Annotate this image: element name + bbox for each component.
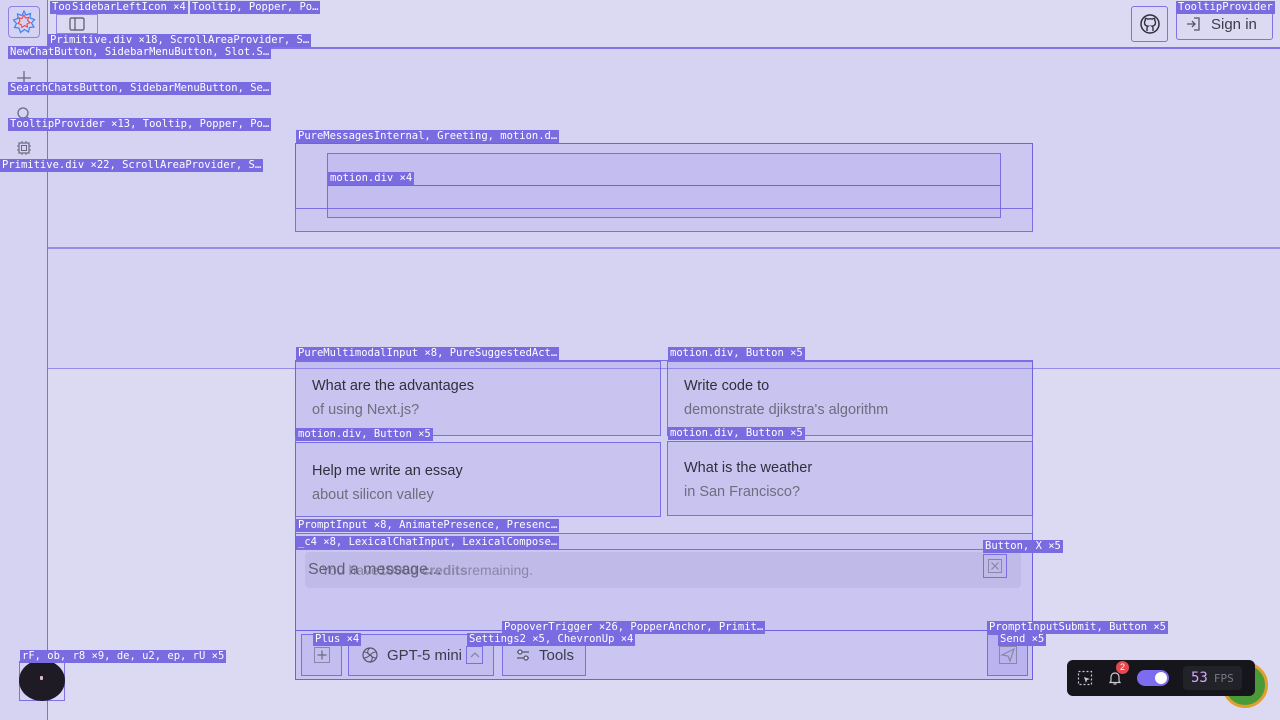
- debug-tag: Tooltip, Popper, Po…: [190, 1, 321, 14]
- message-input[interactable]: Send a message...: [308, 561, 441, 579]
- sign-in-label: Sign in: [1211, 15, 1257, 33]
- model-label: GPT-5 mini: [387, 646, 463, 664]
- suggestion-title: What is the weather: [684, 460, 813, 476]
- debug-tag: NewChatButton, SidebarMenuButton, Slot.S…: [8, 46, 272, 59]
- debug-tag: motion.div, Button ×5: [668, 427, 805, 440]
- send-icon: [998, 646, 1017, 664]
- debug-tag: TooltipProvider ×13, Tooltip, Popper, Po…: [8, 118, 272, 131]
- greeting-title-block: [327, 153, 1001, 186]
- debug-tag: Button, X ×5: [983, 540, 1063, 553]
- debug-tag: PromptInput ×8, AnimatePresence, Presenc…: [296, 519, 560, 532]
- debug-tag: _c4 ×8, LexicalChatInput, LexicalCompose…: [296, 536, 560, 549]
- debug-tag: PureMultimodalInput ×8, PureSuggestedAct…: [296, 347, 560, 360]
- debug-tag: motion.div, Button ×5: [296, 428, 433, 441]
- model-chevron: [466, 646, 483, 664]
- messages-spacer-area: [48, 248, 1280, 369]
- debug-tag: Primitive.div ×22, ScrollAreaProvider, S…: [0, 159, 264, 172]
- devtools-toolbar: 2 53 FPS: [1067, 660, 1255, 696]
- chevron-up-icon: [470, 652, 479, 658]
- debug-tag: Plus ×4: [313, 633, 362, 646]
- debug-tag: Settings2 ×5, ChevronUp ×4: [467, 633, 636, 646]
- credits-suffix: remaining.: [467, 562, 533, 578]
- user-avatar-button[interactable]: [19, 660, 65, 701]
- suggestion-title: What are the advantages: [312, 378, 475, 394]
- suggestion-subtitle: about silicon valley: [312, 487, 434, 503]
- tools-label: Tools: [539, 646, 575, 664]
- fps-label: FPS: [1213, 671, 1234, 685]
- fps-value: 53: [1191, 670, 1208, 686]
- notifications-button[interactable]: 2: [1107, 661, 1129, 686]
- suggestion-subtitle: demonstrate djikstra's algorithm: [684, 402, 889, 418]
- suggestion-button[interactable]: What is the weather in San Francisco?: [667, 441, 1033, 516]
- dismiss-credits-button[interactable]: [983, 554, 1007, 578]
- avatar-dot-icon: [40, 676, 43, 680]
- select-element-icon[interactable]: [1077, 670, 1093, 686]
- chip-icon: [17, 141, 31, 155]
- suggestion-button[interactable]: Help me write an essay about silicon val…: [295, 442, 661, 517]
- devtools-toggle[interactable]: [1137, 670, 1169, 686]
- debug-tag: Too: [50, 1, 70, 14]
- close-icon: [988, 559, 1002, 573]
- suggestion-title: Help me write an essay: [312, 463, 463, 479]
- notification-badge: 2: [1116, 661, 1129, 674]
- plus-icon: [313, 647, 330, 663]
- github-icon: [1139, 14, 1160, 34]
- github-button[interactable]: [1131, 6, 1168, 42]
- gear-logo-icon: [12, 9, 36, 34]
- debug-tag: PureMessagesInternal, Greeting, motion.d…: [296, 130, 560, 143]
- debug-tag: motion.div ×4: [328, 172, 415, 185]
- debug-tag: SearchChatsButton, SidebarMenuButton, Se…: [8, 82, 272, 95]
- debug-tag: TooltipProvider: [1176, 1, 1275, 14]
- toggle-knob: [1155, 672, 1167, 684]
- openai-icon: [362, 647, 378, 663]
- sidebar-toggle-button[interactable]: [56, 14, 98, 34]
- login-icon: [1187, 17, 1200, 31]
- settings-sliders-icon: [517, 649, 529, 661]
- suggestion-subtitle: in San Francisco?: [684, 484, 801, 500]
- debug-tag: motion.div, Button ×5: [668, 347, 805, 360]
- debug-tag: rF, ob, r8 ×9, de, u2, ep, rU ×5: [20, 650, 227, 663]
- debug-tag: SidebarLeftIcon ×4: [70, 1, 188, 14]
- app-logo-button[interactable]: [8, 6, 40, 38]
- suggestion-button[interactable]: Write code to demonstrate djikstra's alg…: [667, 361, 1033, 436]
- debug-tag: Send ×5: [998, 633, 1047, 646]
- fps-meter: 53 FPS: [1183, 666, 1242, 690]
- suggestion-button[interactable]: What are the advantages of using Next.js…: [295, 361, 661, 436]
- suggestion-subtitle: of using Next.js?: [312, 402, 420, 418]
- greeting-subtitle-block: [327, 185, 1001, 218]
- sidebar-left-icon: [69, 17, 85, 31]
- suggestion-title: Write code to: [684, 378, 770, 394]
